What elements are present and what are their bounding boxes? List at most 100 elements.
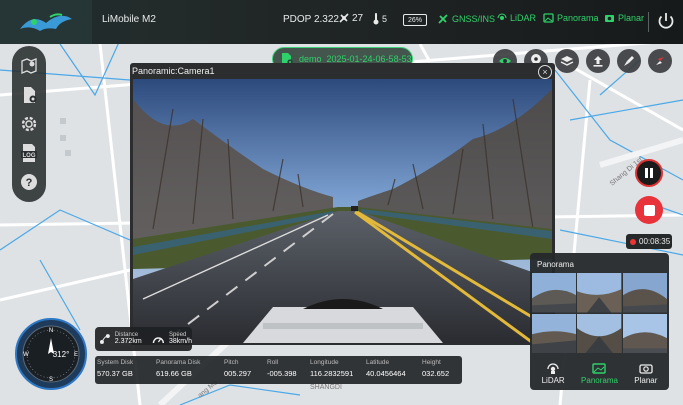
panorama-thumbnail[interactable] [577,273,622,313]
lidar-icon [547,362,559,374]
layers-button[interactable] [555,49,579,73]
panorama-thumbnail[interactable] [622,273,667,313]
app-stage: SHANGDI ang Mo Shang Di 1st LiMobile M2 … [0,0,683,405]
module-planar[interactable]: Planar [604,13,644,23]
recording-dot-icon [630,238,636,245]
pitch-stat: Pitch 005.297 [224,359,251,378]
lidar-icon [497,13,507,20]
panorama-thumbnail[interactable] [532,313,577,354]
panorama-panel: Panorama LiDAR Panorama Planar [530,253,669,390]
log-icon-label: LOG [23,153,36,159]
roll-value: -005.398 [267,369,297,378]
latitude-stat: Latitude 40.0456464 [366,359,406,378]
route-icon [99,334,110,344]
camera-icon [639,363,653,374]
distance-speed-panel: Distance 2.372km Speed 38km/h [95,327,192,351]
pitch-label: Pitch [224,359,239,366]
tab-lidar[interactable]: LiDAR [530,357,576,390]
module-lidar[interactable]: LiDAR [497,13,536,23]
speedometer-icon [152,336,165,343]
satellite-status: 27 [338,12,363,24]
log-icon: LOG [21,143,37,162]
system-disk-label: System Disk [97,359,134,366]
height-value: 032.652 [422,369,450,378]
satellite-count: 27 [352,12,364,24]
svg-text:N: N [49,328,53,334]
speed-value: 38km/h [169,338,192,346]
camera-window[interactable]: Panoramic:Camera1 × [130,63,555,345]
app-title: LiMobile M2 [102,14,156,25]
map-pin-icon [21,58,37,75]
height-stat: Height 032.652 [422,359,449,378]
latitude-value: 40.0456464 [366,369,406,378]
left-sidebar: LOG ? [12,46,46,202]
temperature-value: 5 [382,13,388,24]
panorama-disk-value: 619.66 GB [156,369,192,378]
battery-indicator: 26% [403,14,427,26]
telemetry-bar: System Disk 570.37 GB Panorama Disk 619.66… [95,356,462,384]
pdop-status: PDOP 2.322 [283,14,339,25]
sidebar-item-log[interactable]: LOG [18,142,40,164]
sidebar-item-map-layers[interactable] [18,55,40,77]
longitude-value: 116.2832591 [310,369,354,378]
power-icon[interactable] [655,10,677,32]
sidebar-item-file-settings[interactable] [18,84,40,106]
thermometer-icon [373,13,379,25]
brand-logo [0,0,92,44]
camera-icon [605,15,614,22]
tab-planar-label: Planar [634,375,658,385]
svg-text:E: E [74,352,78,358]
distance-label: Distance [114,331,139,338]
camera-title: Panoramic:Camera1 [132,66,215,76]
tab-panorama-label: Panorama [581,375,618,385]
module-panorama[interactable]: Panorama [543,13,599,23]
panorama-tabs: LiDAR Panorama Planar [530,357,669,390]
longitude-stat: Longitude 116.2832591 [310,359,353,378]
file-gear-icon [24,87,37,104]
compass-needle-icon [656,57,664,65]
module-lidar-label: LiDAR [510,13,537,23]
module-gnss[interactable]: GNSS/INS [437,13,495,25]
recording-timer: 00:08:35 [626,234,672,249]
stop-button[interactable] [635,196,663,224]
tab-panorama[interactable]: Panorama [576,357,622,390]
upload-button[interactable] [586,49,610,73]
svg-text:S: S [49,377,53,383]
panorama-icon [592,362,607,374]
height-label: Height [422,359,441,366]
upload-icon [593,56,603,67]
broom-icon [624,56,634,66]
system-disk-value: 570.37 GB [97,369,133,378]
panorama-disk-stat: Panorama Disk 619.66 GB [156,359,200,378]
clear-button[interactable] [617,49,641,73]
layers-icon [560,56,574,66]
panorama-thumbnails[interactable] [532,273,667,353]
panorama-thumbnail[interactable] [532,273,577,313]
panorama-thumbnail[interactable] [577,313,622,354]
compass-widget: N S W E 312° [15,318,87,390]
pause-button[interactable] [635,159,663,187]
north-button[interactable] [648,49,672,73]
temperature-status: 5 [372,12,387,25]
gear-icon [21,116,37,132]
longitude-label: Longitude [310,359,339,366]
sidebar-item-help[interactable]: ? [18,171,40,193]
panorama-disk-label: Panorama Disk [156,359,201,366]
panorama-icon [543,13,554,23]
stop-icon [643,204,655,216]
panorama-panel-title: Panorama [537,260,574,269]
help-icon: ? [21,173,37,190]
camera-feed [133,79,552,343]
module-panorama-label: Panorama [557,13,599,23]
tab-planar[interactable]: Planar [623,357,669,390]
close-icon[interactable]: × [538,65,552,79]
pause-icon [645,168,653,178]
satellite-icon [339,13,349,23]
panorama-thumbnail[interactable] [622,313,667,354]
bird-logo-icon [20,13,72,31]
svg-text:W: W [23,352,29,358]
speed-label: Speed [169,331,187,338]
sidebar-item-settings[interactable] [18,113,40,135]
satellite-icon [438,14,448,24]
top-bar: LiMobile M2 PDOP 2.322 27 5 26% GNSS/INS… [0,0,683,44]
